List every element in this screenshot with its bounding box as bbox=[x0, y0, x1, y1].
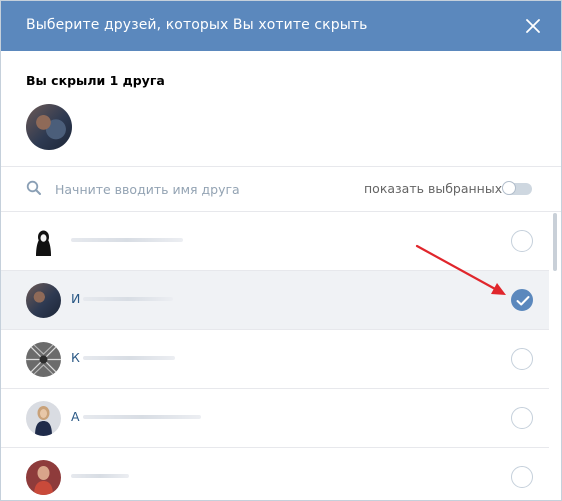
dialog-title: Выберите друзей, которых Вы хотите скрыт… bbox=[26, 17, 368, 33]
show-selected-toggle[interactable] bbox=[502, 181, 532, 195]
friend-avatar bbox=[26, 283, 61, 318]
hidden-friends-count: Вы скрыли 1 друга bbox=[26, 73, 165, 88]
search-bar: показать выбранных bbox=[1, 167, 561, 212]
blurred-name bbox=[71, 238, 183, 242]
friend-name[interactable]: К bbox=[71, 350, 80, 365]
search-icon bbox=[26, 180, 41, 195]
close-icon bbox=[526, 19, 540, 33]
select-checkbox[interactable] bbox=[511, 348, 533, 370]
friend-avatar bbox=[26, 460, 61, 495]
hidden-friends-section: Вы скрыли 1 друга bbox=[1, 51, 561, 167]
select-checkbox[interactable] bbox=[511, 230, 533, 252]
friend-row[interactable] bbox=[1, 212, 549, 271]
friends-list: И К А bbox=[1, 212, 561, 500]
friend-row[interactable] bbox=[1, 448, 549, 500]
search-input[interactable] bbox=[53, 178, 337, 200]
blurred-name bbox=[83, 356, 175, 360]
friend-name[interactable]: И bbox=[71, 291, 81, 306]
blurred-name bbox=[71, 474, 129, 478]
friend-row[interactable]: И bbox=[1, 271, 549, 330]
friend-avatar bbox=[26, 401, 61, 436]
friend-avatar bbox=[26, 224, 61, 259]
hide-friends-dialog: Выберите друзей, которых Вы хотите скрыт… bbox=[0, 0, 562, 501]
scrollbar[interactable] bbox=[553, 213, 557, 271]
select-checkbox[interactable] bbox=[511, 289, 533, 311]
checkmark-icon bbox=[516, 296, 530, 306]
select-checkbox[interactable] bbox=[511, 466, 533, 488]
show-selected-label: показать выбранных bbox=[364, 181, 503, 196]
dialog-header: Выберите друзей, которых Вы хотите скрыт… bbox=[1, 1, 561, 51]
friend-row[interactable]: К bbox=[1, 330, 549, 389]
toggle-knob bbox=[502, 181, 516, 195]
hidden-friend-avatar[interactable] bbox=[26, 104, 72, 150]
friend-row[interactable]: А bbox=[1, 389, 549, 448]
close-button[interactable] bbox=[521, 14, 545, 38]
select-checkbox[interactable] bbox=[511, 407, 533, 429]
friend-name[interactable]: А bbox=[71, 409, 80, 424]
friend-avatar bbox=[26, 342, 61, 377]
blurred-name bbox=[83, 415, 201, 419]
blurred-name bbox=[83, 297, 173, 301]
